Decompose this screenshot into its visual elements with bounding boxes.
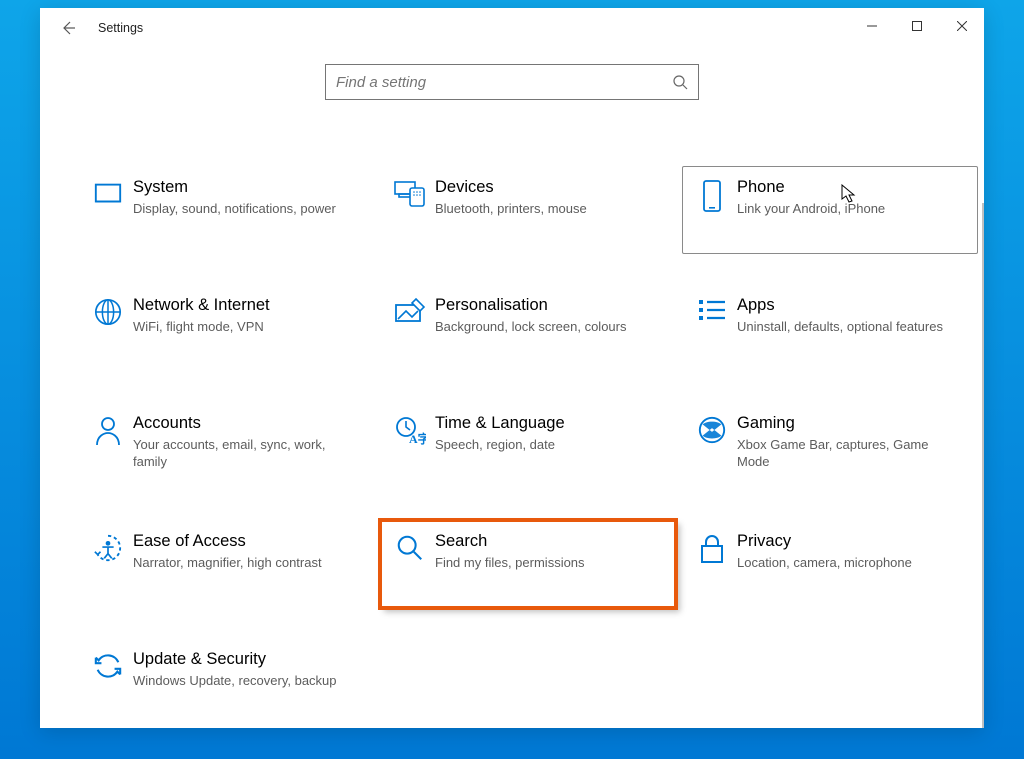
tile-personalisation[interactable]: Personalisation Background, lock screen,… bbox=[380, 284, 676, 372]
tile-title: Apps bbox=[737, 295, 959, 316]
svg-text:A字: A字 bbox=[409, 431, 426, 445]
content-area: System Display, sound, notifications, po… bbox=[40, 48, 984, 728]
search-box[interactable] bbox=[325, 64, 699, 100]
paint-icon bbox=[385, 295, 435, 361]
tile-title: System bbox=[133, 177, 355, 198]
devices-icon bbox=[385, 177, 435, 243]
globe-icon bbox=[83, 295, 133, 361]
scrollbar[interactable] bbox=[982, 203, 984, 728]
tile-title: Time & Language bbox=[435, 413, 657, 434]
system-icon bbox=[83, 177, 133, 243]
tile-desc: Your accounts, email, sync, work, family bbox=[133, 436, 355, 471]
tile-title: Update & Security bbox=[133, 649, 355, 670]
tile-ease-of-access[interactable]: Ease of Access Narrator, magnifier, high… bbox=[78, 520, 374, 608]
tile-desc: Windows Update, recovery, backup bbox=[133, 672, 355, 690]
tile-devices[interactable]: Devices Bluetooth, printers, mouse bbox=[380, 166, 676, 254]
tile-desc: Narrator, magnifier, high contrast bbox=[133, 554, 355, 572]
time-language-icon: A字 bbox=[385, 413, 435, 479]
apps-icon bbox=[687, 295, 737, 361]
settings-window: Settings bbox=[40, 8, 984, 728]
search-icon bbox=[672, 74, 688, 90]
tile-privacy[interactable]: Privacy Location, camera, microphone bbox=[682, 520, 978, 608]
tile-network[interactable]: Network & Internet WiFi, flight mode, VP… bbox=[78, 284, 374, 372]
person-icon bbox=[83, 413, 133, 479]
back-button[interactable] bbox=[48, 8, 88, 48]
tile-title: Phone bbox=[737, 177, 959, 198]
search-row bbox=[40, 48, 984, 110]
tile-apps[interactable]: Apps Uninstall, defaults, optional featu… bbox=[682, 284, 978, 372]
window-title: Settings bbox=[88, 21, 143, 35]
tile-gaming[interactable]: Gaming Xbox Game Bar, captures, Game Mod… bbox=[682, 402, 978, 490]
tile-desc: WiFi, flight mode, VPN bbox=[133, 318, 355, 336]
minimize-button[interactable] bbox=[849, 8, 894, 44]
tile-desc: Xbox Game Bar, captures, Game Mode bbox=[737, 436, 959, 471]
tile-system[interactable]: System Display, sound, notifications, po… bbox=[78, 166, 374, 254]
tile-desc: Link your Android, iPhone bbox=[737, 200, 959, 218]
update-icon bbox=[83, 649, 133, 715]
tile-title: Devices bbox=[435, 177, 657, 198]
tile-title: Network & Internet bbox=[133, 295, 355, 316]
tile-title: Search bbox=[435, 531, 657, 552]
tile-desc: Location, camera, microphone bbox=[737, 554, 959, 572]
tile-desc: Speech, region, date bbox=[435, 436, 657, 454]
tile-title: Accounts bbox=[133, 413, 355, 434]
tile-time-language[interactable]: A字 Time & Language Speech, region, date bbox=[380, 402, 676, 490]
tile-title: Gaming bbox=[737, 413, 959, 434]
tile-title: Privacy bbox=[737, 531, 959, 552]
tile-title: Ease of Access bbox=[133, 531, 355, 552]
titlebar: Settings bbox=[40, 8, 984, 48]
tile-desc: Display, sound, notifications, power bbox=[133, 200, 355, 218]
search-input[interactable] bbox=[336, 74, 672, 91]
tile-accounts[interactable]: Accounts Your accounts, email, sync, wor… bbox=[78, 402, 374, 490]
maximize-button[interactable] bbox=[894, 8, 939, 44]
tile-desc: Find my files, permissions bbox=[435, 554, 657, 572]
phone-icon bbox=[687, 177, 737, 243]
tile-update-security[interactable]: Update & Security Windows Update, recove… bbox=[78, 638, 374, 726]
ease-of-access-icon bbox=[83, 531, 133, 597]
tile-desc: Bluetooth, printers, mouse bbox=[435, 200, 657, 218]
tile-search[interactable]: Search Find my files, permissions bbox=[380, 520, 676, 608]
lock-icon bbox=[687, 531, 737, 597]
tile-desc: Uninstall, defaults, optional features bbox=[737, 318, 959, 336]
close-button[interactable] bbox=[939, 8, 984, 44]
tile-phone[interactable]: Phone Link your Android, iPhone bbox=[682, 166, 978, 254]
gaming-icon bbox=[687, 413, 737, 479]
magnifier-icon bbox=[385, 531, 435, 597]
window-controls bbox=[849, 8, 984, 44]
tile-title: Personalisation bbox=[435, 295, 657, 316]
settings-grid: System Display, sound, notifications, po… bbox=[40, 110, 984, 728]
tile-desc: Background, lock screen, colours bbox=[435, 318, 657, 336]
